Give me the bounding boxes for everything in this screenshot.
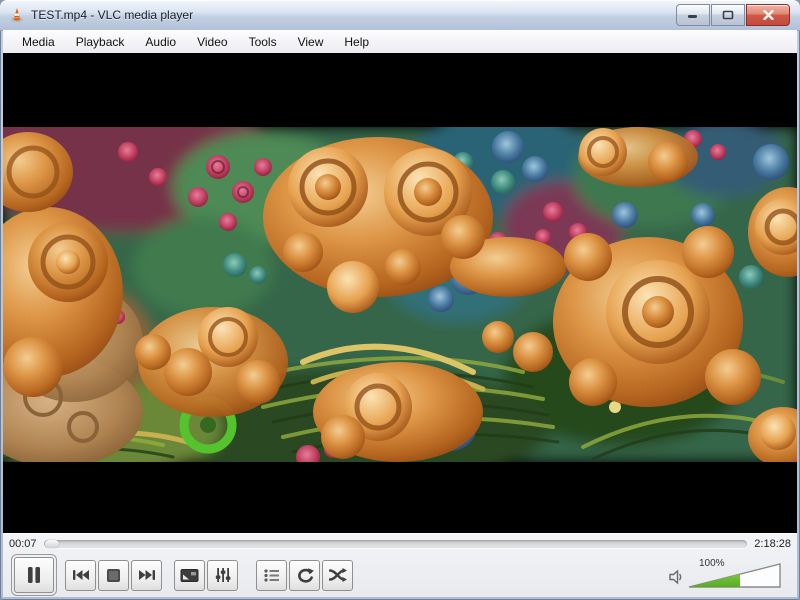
random-button[interactable] [322, 560, 353, 591]
toggle-video-button[interactable] [174, 560, 205, 591]
menu-video[interactable]: Video [187, 32, 237, 52]
fullscreen-icon [180, 568, 199, 583]
window-controls [675, 4, 790, 26]
loop-button[interactable] [289, 560, 320, 591]
loop-icon [296, 567, 314, 583]
speaker-icon[interactable] [668, 569, 685, 585]
previous-button[interactable] [65, 560, 96, 591]
maximize-button[interactable] [711, 4, 745, 26]
window-title: TEST.mp4 - VLC media player [31, 8, 193, 22]
playlist-button[interactable] [256, 560, 287, 591]
equalizer-icon [214, 567, 232, 583]
menu-tools[interactable]: Tools [239, 32, 287, 52]
menu-view[interactable]: View [288, 32, 334, 52]
duration-time: 2:18:28 [754, 538, 791, 550]
close-icon [763, 10, 774, 20]
pause-button-focus-ring [11, 554, 57, 596]
minimize-icon [687, 11, 699, 20]
shuffle-icon [329, 568, 347, 582]
close-button[interactable] [746, 4, 790, 26]
pause-icon [26, 566, 42, 584]
next-button[interactable] [131, 560, 162, 591]
seek-slider[interactable] [44, 540, 748, 548]
maximize-icon [722, 10, 734, 20]
pause-button[interactable] [14, 557, 54, 593]
video-area[interactable] [3, 53, 797, 533]
title-bar[interactable]: TEST.mp4 - VLC media player [0, 0, 800, 31]
extended-settings-button[interactable] [207, 560, 238, 591]
seek-row: 00:07 2:18:28 [9, 536, 791, 552]
video-content-artwork [3, 127, 797, 462]
menu-bar: Media Playback Audio Video Tools View He… [3, 30, 797, 54]
menu-media[interactable]: Media [12, 32, 65, 52]
vlc-cone-icon[interactable] [9, 7, 25, 23]
next-icon [138, 569, 156, 581]
volume-percent-label: 100% [699, 558, 725, 569]
vlc-window: TEST.mp4 - VLC media player Media Playba… [0, 0, 800, 600]
previous-icon [72, 569, 90, 581]
volume-area: 100% [668, 561, 789, 589]
controls-row: 100% [11, 555, 789, 595]
seek-handle[interactable] [45, 540, 59, 548]
minimize-button[interactable] [676, 4, 710, 26]
elapsed-time[interactable]: 00:07 [9, 538, 37, 550]
video-frame [3, 127, 797, 462]
playlist-icon [263, 568, 280, 583]
stop-button[interactable] [98, 560, 129, 591]
control-panel: 00:07 2:18:28 [3, 533, 797, 597]
menu-help[interactable]: Help [334, 32, 379, 52]
stop-icon [106, 568, 121, 583]
menu-playback[interactable]: Playback [66, 32, 135, 52]
menu-audio[interactable]: Audio [135, 32, 186, 52]
